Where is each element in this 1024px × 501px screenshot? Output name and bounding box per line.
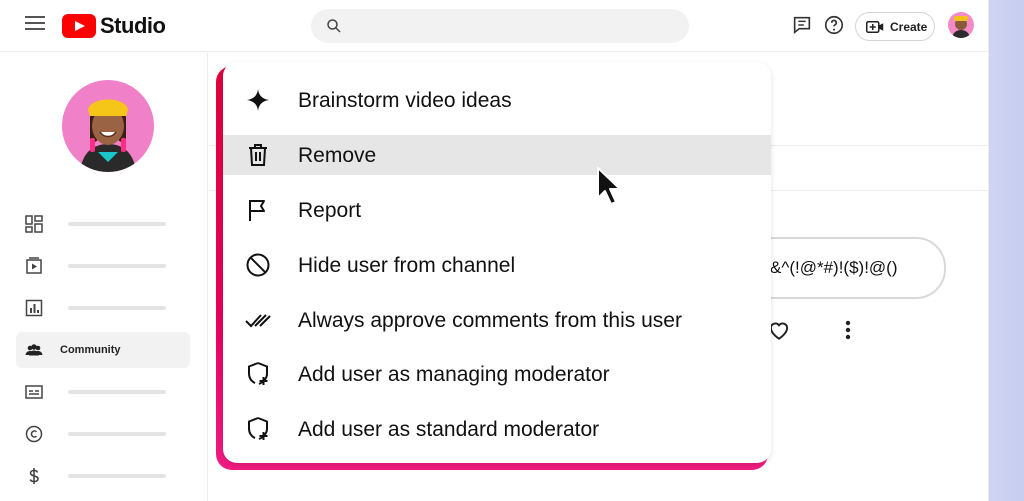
sidebar-item-content[interactable] <box>16 248 190 284</box>
account-avatar[interactable] <box>948 12 974 38</box>
studio-window: Studio Create Community &^(!@*#)!($)!@()… <box>0 0 988 501</box>
flag-icon <box>249 200 265 221</box>
search-input[interactable] <box>311 9 689 43</box>
menu-item-label: Hide user from channel <box>298 254 516 277</box>
sidebar-item-subtitles[interactable] <box>16 374 190 410</box>
menu-item-label: Add user as managing moderator <box>298 363 610 386</box>
menu-item-label: Always approve comments from this user <box>298 309 682 332</box>
shield-plus-icon <box>248 362 268 385</box>
create-label: Create <box>890 19 928 34</box>
sidebar-item-analytics[interactable] <box>16 290 190 326</box>
sidebar-item-placeholder <box>68 222 166 226</box>
menu-item-add-standard-moderator[interactable]: Add user as standard moderator <box>223 409 771 449</box>
block-icon <box>246 253 270 277</box>
help-icon[interactable] <box>823 14 845 36</box>
sidebar-item-community[interactable]: Community <box>16 332 190 368</box>
comment-text: &^(!@*#)!($)!@() <box>770 258 898 277</box>
menu-item-label: Brainstorm video ideas <box>298 89 512 112</box>
studio-logo[interactable]: Studio <box>62 13 166 39</box>
menu-item-report[interactable]: Report <box>223 190 771 230</box>
community-icon <box>25 344 43 356</box>
channel-avatar[interactable] <box>62 80 154 172</box>
menu-icon[interactable] <box>25 16 45 36</box>
menu-item-label: Add user as standard moderator <box>298 418 600 441</box>
menu-item-brainstorm[interactable]: Brainstorm video ideas <box>223 80 771 120</box>
menu-item-hide-user[interactable]: Hide user from channel <box>223 245 771 285</box>
menu-item-label: Report <box>298 199 362 222</box>
earn-icon <box>29 468 39 484</box>
create-video-icon <box>866 20 884 33</box>
feedback-icon[interactable] <box>791 14 813 36</box>
sparkle-icon <box>247 89 269 111</box>
create-button[interactable]: Create <box>855 12 935 41</box>
sidebar-item-placeholder <box>68 432 166 436</box>
sidebar-item-earn[interactable] <box>16 458 190 494</box>
subtitles-icon <box>25 385 43 399</box>
sidebar-item-label: Community <box>60 344 121 356</box>
sidebar: Community <box>0 53 208 501</box>
sidebar-item-copyright[interactable] <box>16 416 190 452</box>
mouse-cursor-icon <box>597 167 621 205</box>
sidebar-item-dashboard[interactable] <box>16 206 190 242</box>
comment-context-menu: Brainstorm video ideas Remove Report Hid… <box>223 62 771 463</box>
double-check-icon <box>245 314 271 328</box>
analytics-icon <box>25 299 43 317</box>
menu-item-always-approve[interactable]: Always approve comments from this user <box>223 300 771 340</box>
more-vert-icon[interactable] <box>838 317 858 343</box>
search-icon <box>327 19 341 33</box>
copyright-icon <box>25 425 43 443</box>
sidebar-item-placeholder <box>68 390 166 394</box>
sidebar-item-placeholder <box>68 306 166 310</box>
dashboard-icon <box>25 215 43 233</box>
shield-plus-icon <box>248 417 268 440</box>
menu-item-label: Remove <box>298 144 377 167</box>
youtube-play-icon <box>62 14 96 38</box>
top-bar: Studio Create <box>0 0 988 52</box>
sidebar-item-placeholder <box>68 474 166 478</box>
content-icon <box>26 257 42 274</box>
logo-text: Studio <box>100 13 166 38</box>
trash-icon <box>249 144 267 166</box>
sidebar-item-placeholder <box>68 264 166 268</box>
menu-item-add-managing-moderator[interactable]: Add user as managing moderator <box>223 354 771 394</box>
menu-item-remove[interactable]: Remove <box>223 135 771 175</box>
